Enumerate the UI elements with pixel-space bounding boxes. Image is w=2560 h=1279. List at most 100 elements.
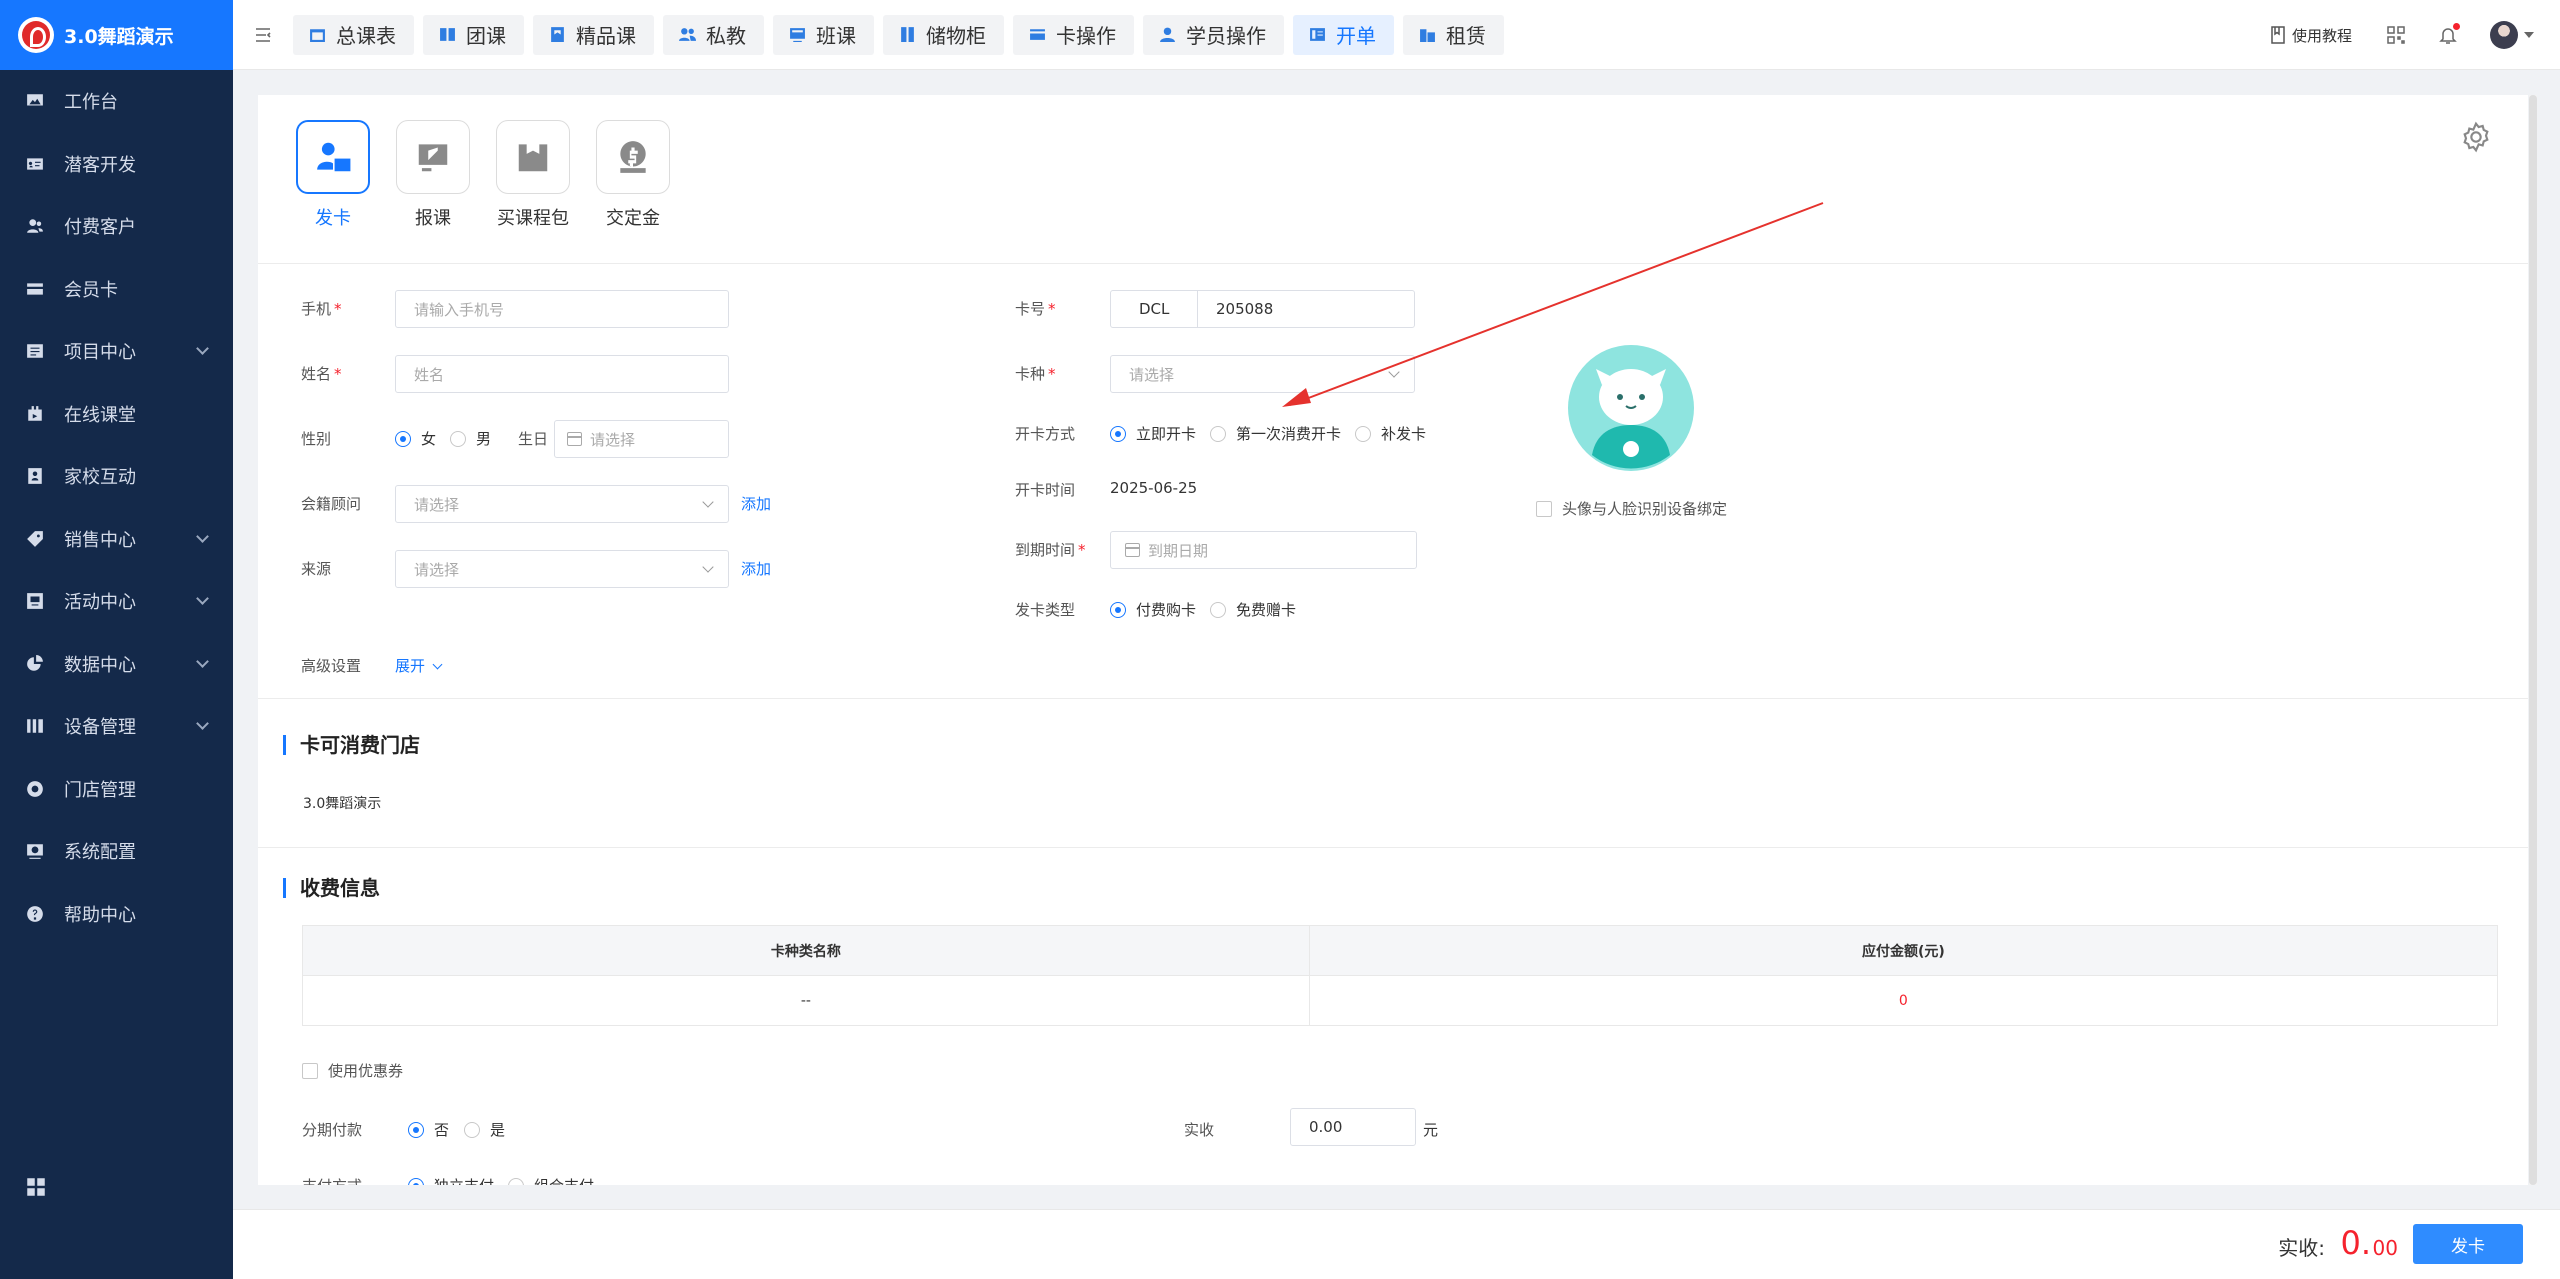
annotation-arrow — [1282, 202, 1824, 407]
total-label: 实收: — [2278, 1236, 2325, 1260]
calendar-icon — [1125, 543, 1140, 557]
use-coupon-checkbox[interactable]: 使用优惠券 — [302, 1060, 403, 1081]
birthday-label: 生日 — [518, 430, 549, 448]
help-icon — [26, 905, 44, 923]
apps-grid-icon[interactable] — [26, 1177, 46, 1201]
chevron-down-icon — [196, 654, 209, 668]
tab-label: 卡操作 — [1056, 24, 1116, 48]
sidebar-item-projects[interactable]: 项目中心 — [0, 320, 233, 383]
tab-label: 学员操作 — [1186, 24, 1266, 48]
tab-class[interactable]: 班课 — [773, 14, 874, 55]
gender-female-radio[interactable]: 女 — [395, 428, 436, 449]
name-input[interactable]: 姓名 — [395, 355, 729, 393]
column-header: 应付金额(元) — [1308, 925, 2499, 976]
tab-schedule[interactable]: 总课表 — [293, 14, 414, 55]
tutorial-link[interactable]: 使用教程 — [2270, 25, 2352, 46]
pay-method-combined-radio[interactable]: 组合支付 — [508, 1175, 594, 1185]
open-method-first-use-radio[interactable]: 第一次消费开卡 — [1210, 423, 1341, 444]
op-enroll-course-box — [396, 120, 470, 194]
open-time-label: 开卡时间 — [1015, 481, 1076, 499]
package-icon — [518, 144, 548, 172]
bookmark-icon — [551, 27, 564, 42]
gear-icon[interactable] — [2460, 121, 2492, 153]
installment-no-radio[interactable]: 否 — [408, 1119, 449, 1140]
locker-icon — [901, 27, 914, 42]
brand[interactable]: 3.0舞蹈演示 — [0, 0, 233, 70]
expire-date-placeholder: 到期日期 — [1148, 541, 1209, 560]
name-label: 姓名 * — [301, 365, 342, 383]
tab-group-class[interactable]: 团课 — [423, 14, 524, 55]
sidebar-item-member-card[interactable]: 会员卡 — [0, 258, 233, 321]
tab-locker[interactable]: 储物柜 — [883, 14, 1004, 55]
tab-card-ops[interactable]: 卡操作 — [1013, 14, 1134, 55]
user-icon — [1160, 27, 1175, 42]
card-icon — [26, 280, 44, 298]
add-advisor-link[interactable]: 添加 — [741, 493, 771, 514]
tab-premium-course[interactable]: 精品课 — [533, 14, 654, 55]
sidebar-item-home-school[interactable]: 家校互动 — [0, 445, 233, 508]
monitor-icon — [26, 92, 44, 110]
paid-unit: 元 — [1423, 1121, 1439, 1139]
footer-bar: 实收: 0. 00 发卡 — [233, 1209, 2560, 1279]
sidebar-item-label: 付费客户 — [64, 217, 136, 239]
sidebar-item-activities[interactable]: 活动中心 — [0, 570, 233, 633]
tab-private[interactable]: 私教 — [663, 14, 764, 55]
sidebar-item-prospects[interactable]: 潜客开发 — [0, 133, 233, 196]
issue-card-icon — [317, 142, 351, 172]
op-enroll-course[interactable]: 报课 — [383, 120, 483, 230]
notification-bell-icon[interactable] — [2438, 23, 2460, 45]
sidebar-item-data[interactable]: 数据中心 — [0, 633, 233, 696]
issue-card-submit-button[interactable]: 发卡 — [2413, 1224, 2523, 1264]
tab-order[interactable]: 开单 — [1293, 14, 1394, 55]
sidebar-item-stores[interactable]: 门店管理 — [0, 758, 233, 821]
op-issue-card[interactable]: 发卡 — [283, 120, 383, 230]
tab-rental[interactable]: 租赁 — [1403, 14, 1504, 55]
gender-male-radio[interactable]: 男 — [450, 428, 491, 449]
tab-label: 私教 — [706, 24, 746, 48]
advanced-expand-link[interactable]: 展开 — [395, 655, 443, 676]
expire-date-picker[interactable]: 到期日期 — [1110, 531, 1417, 569]
open-method-immediate-radio[interactable]: 立即开卡 — [1110, 423, 1196, 444]
scrollbar-track[interactable] — [2529, 95, 2537, 1185]
card-icon — [1030, 29, 1045, 40]
birthday-picker[interactable]: 请选择 — [554, 420, 729, 458]
paid-amount-input[interactable]: 0.00 — [1290, 1108, 1416, 1146]
installment-yes-radio[interactable]: 是 — [464, 1119, 505, 1140]
deposit-icon — [620, 141, 646, 173]
issue-type-free-radio[interactable]: 免费赠卡 — [1210, 599, 1296, 620]
advisor-select[interactable]: 请选择 — [395, 485, 729, 523]
sidebar-item-help[interactable]: 帮助中心 — [0, 883, 233, 946]
phone-input[interactable]: 请输入手机号 — [395, 290, 729, 328]
face-bind-checkbox[interactable]: 头像与人脸识别设备绑定 — [1536, 498, 1727, 519]
op-label: 发卡 — [315, 208, 351, 229]
pay-method-single-radio[interactable]: 独立支付 — [408, 1175, 494, 1185]
sidebar-item-sales[interactable]: 销售中心 — [0, 508, 233, 571]
avatar[interactable] — [2490, 21, 2518, 49]
pie-chart-icon — [26, 654, 44, 673]
menu-collapse-icon[interactable] — [233, 0, 293, 70]
issue-type-paid-radio[interactable]: 付费购卡 — [1110, 599, 1196, 620]
chevron-down-icon — [702, 496, 714, 508]
sidebar-item-system[interactable]: 系统配置 — [0, 820, 233, 883]
screen-icon — [790, 28, 805, 42]
sidebar-item-devices[interactable]: 设备管理 — [0, 695, 233, 758]
tab-label: 总课表 — [336, 24, 396, 48]
op-deposit[interactable]: 交定金 — [583, 120, 683, 230]
phone-label: 手机 * — [301, 300, 342, 318]
tab-label: 开单 — [1336, 24, 1376, 48]
chevron-down-icon[interactable] — [2524, 32, 2534, 38]
op-label: 报课 — [415, 208, 451, 229]
open-method-reissue-radio[interactable]: 补发卡 — [1355, 423, 1426, 444]
sidebar-item-online-class[interactable]: 在线课堂 — [0, 383, 233, 446]
tab-student-ops[interactable]: 学员操作 — [1143, 14, 1284, 55]
sidebar-item-paying-customers[interactable]: 付费客户 — [0, 195, 233, 258]
qr-code-icon[interactable] — [2386, 25, 2406, 45]
card-type-name-cell: -- — [302, 975, 1310, 1026]
source-select[interactable]: 请选择 — [395, 550, 729, 588]
default-avatar-mascot[interactable] — [1568, 345, 1694, 471]
scrollbar-thumb[interactable] — [2529, 95, 2537, 1185]
add-source-link[interactable]: 添加 — [741, 558, 771, 579]
sidebar-item-label: 门店管理 — [64, 779, 136, 801]
op-course-package[interactable]: 买课程包 — [483, 120, 583, 230]
sidebar-item-workbench[interactable]: 工作台 — [0, 70, 233, 133]
